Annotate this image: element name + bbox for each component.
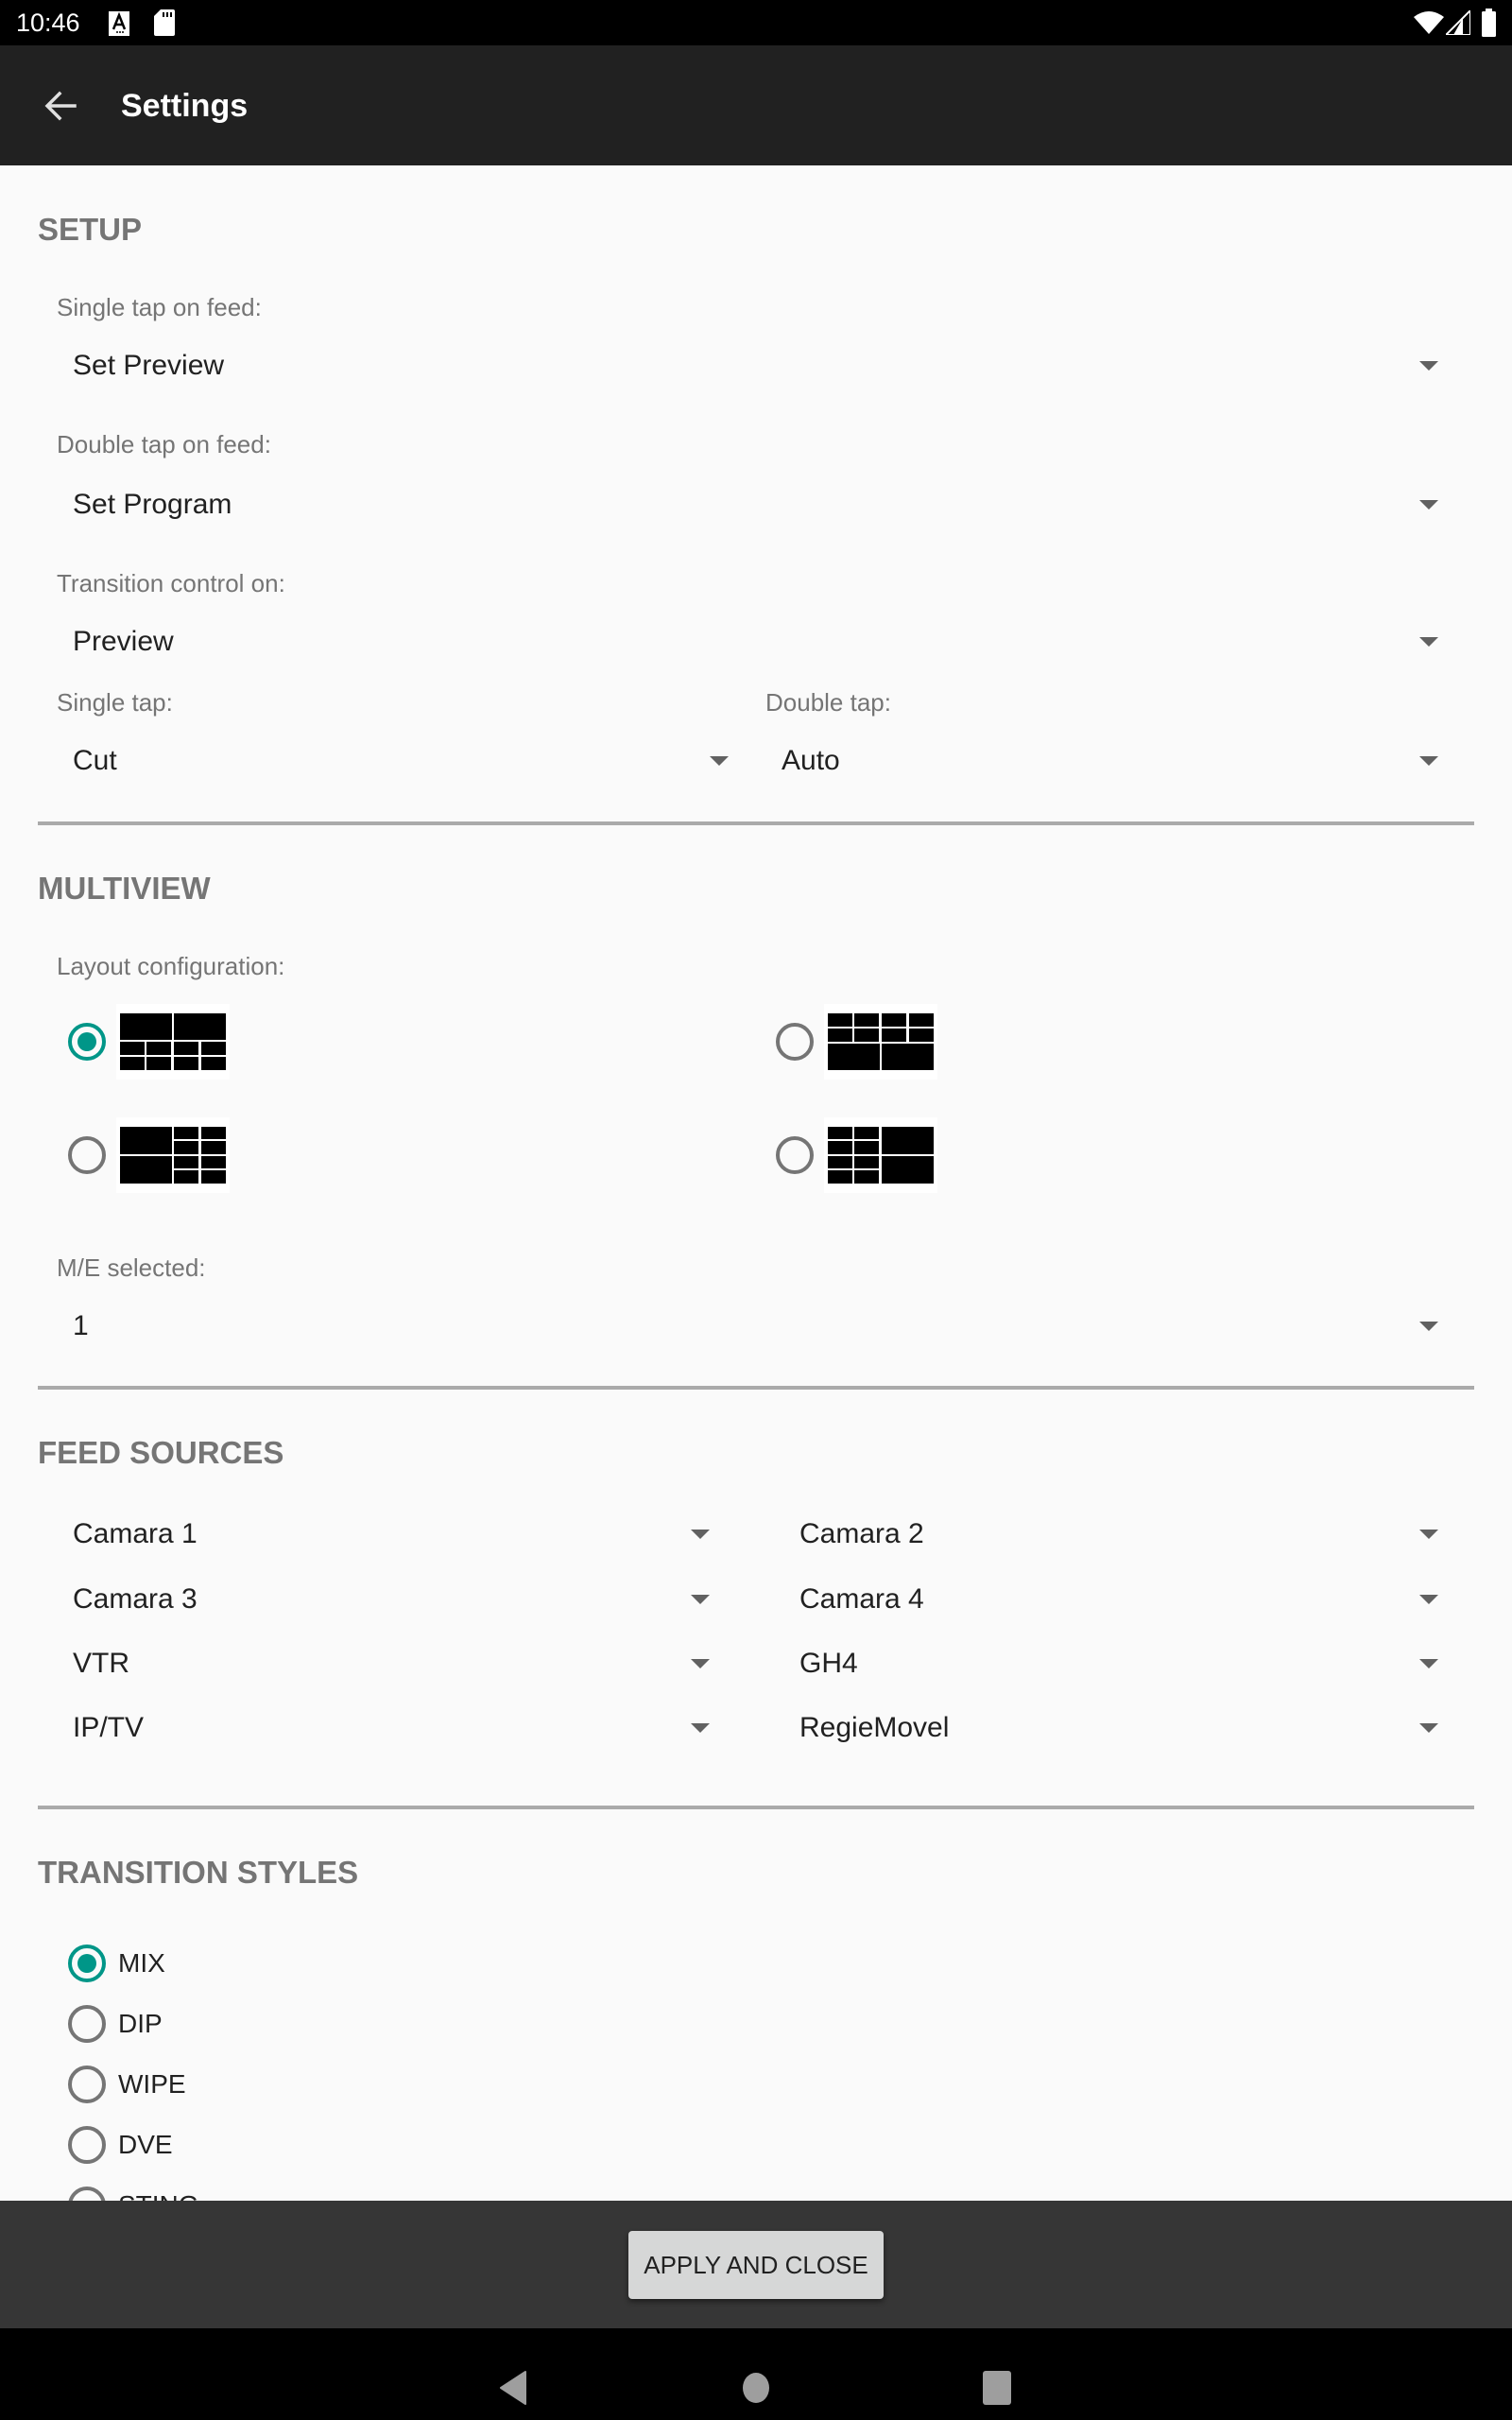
dropdown-arrow-icon bbox=[691, 1595, 710, 1604]
feed-source-value: GH4 bbox=[799, 1648, 858, 1679]
section-heading-setup: SETUP bbox=[38, 212, 143, 247]
section-divider bbox=[38, 1386, 1474, 1390]
radio-label: WIPE bbox=[118, 2069, 186, 2099]
radio-label: MIX bbox=[118, 1948, 165, 1978]
single-tap-label: Single tap: bbox=[57, 688, 173, 717]
layout-8left-2right-icon bbox=[824, 1117, 937, 1193]
radio-dip[interactable] bbox=[68, 2005, 106, 2043]
transition-control-dropdown[interactable]: Preview bbox=[57, 615, 1438, 668]
feed-source-value: VTR bbox=[73, 1648, 129, 1679]
double-tap-value: Auto bbox=[782, 745, 840, 776]
single-tap-value: Cut bbox=[73, 745, 117, 776]
page-title: Settings bbox=[121, 88, 249, 124]
me-selected-value: 1 bbox=[73, 1310, 89, 1341]
layout-option-2[interactable] bbox=[776, 1004, 946, 1080]
feed-source-dropdown-5[interactable]: VTR bbox=[57, 1637, 710, 1690]
section-heading-transition-styles: TRANSITION STYLES bbox=[38, 1855, 359, 1890]
dropdown-arrow-icon bbox=[1419, 1322, 1438, 1331]
single-tap-dropdown[interactable]: Cut bbox=[57, 735, 729, 787]
feed-source-dropdown-1[interactable]: Camara 1 bbox=[57, 1508, 710, 1561]
single-tap-feed-value: Set Preview bbox=[73, 350, 225, 381]
section-heading-multiview: MULTIVIEW bbox=[38, 871, 211, 906]
transition-option-dve[interactable]: DVE bbox=[68, 2126, 173, 2164]
layout-option-4[interactable] bbox=[776, 1117, 946, 1193]
layout-radio-1[interactable] bbox=[68, 1023, 106, 1061]
dropdown-arrow-icon bbox=[1419, 1659, 1438, 1668]
radio-sting[interactable] bbox=[68, 2187, 106, 2201]
double-tap-feed-value: Set Program bbox=[73, 489, 232, 520]
nav-recents-icon[interactable] bbox=[983, 2371, 1011, 2405]
layout-2top-8bottom-icon bbox=[116, 1004, 230, 1080]
system-nav-bar bbox=[0, 2328, 1512, 2420]
double-tap-feed-label: Double tap on feed: bbox=[57, 430, 271, 458]
status-bar: 10:46 bbox=[0, 0, 1512, 45]
radio-label: DVE bbox=[118, 2130, 173, 2159]
section-divider bbox=[38, 1806, 1474, 1809]
feed-source-value: RegieMovel bbox=[799, 1712, 950, 1743]
layout-radio-4[interactable] bbox=[776, 1136, 814, 1174]
dropdown-arrow-icon bbox=[691, 1659, 710, 1668]
double-tap-dropdown[interactable]: Auto bbox=[765, 735, 1438, 787]
radio-mix[interactable] bbox=[68, 1945, 106, 1982]
dropdown-arrow-icon bbox=[1419, 637, 1438, 647]
transition-styles-group: MIX DIP WIPE DVE STING bbox=[0, 1928, 1512, 2201]
battery-icon bbox=[1482, 9, 1496, 37]
single-tap-feed-label: Single tap on feed: bbox=[57, 293, 262, 321]
feed-source-dropdown-4[interactable]: Camara 4 bbox=[783, 1573, 1438, 1626]
feed-source-dropdown-8[interactable]: RegieMovel bbox=[783, 1702, 1438, 1754]
me-selected-label: M/E selected: bbox=[57, 1253, 206, 1282]
layout-configuration-label: Layout configuration: bbox=[57, 952, 285, 980]
double-tap-label: Double tap: bbox=[765, 688, 891, 717]
radio-wipe[interactable] bbox=[68, 2066, 106, 2103]
layout-option-3[interactable] bbox=[68, 1117, 238, 1193]
feed-source-value: Camara 2 bbox=[799, 1518, 924, 1549]
sd-card-icon bbox=[154, 9, 175, 36]
dropdown-arrow-icon bbox=[710, 756, 729, 766]
wifi-icon bbox=[1414, 11, 1444, 34]
feed-source-dropdown-3[interactable]: Camara 3 bbox=[57, 1573, 710, 1626]
feed-source-value: IP/TV bbox=[73, 1712, 145, 1743]
keyboard-a-icon bbox=[109, 11, 129, 36]
status-time: 10:46 bbox=[16, 9, 80, 37]
layout-option-1[interactable] bbox=[68, 1004, 238, 1080]
dropdown-arrow-icon bbox=[1419, 1595, 1438, 1604]
dropdown-arrow-icon bbox=[691, 1723, 710, 1733]
apply-and-close-button[interactable]: APPLY AND CLOSE bbox=[628, 2231, 884, 2299]
layout-radio-2[interactable] bbox=[776, 1023, 814, 1061]
cell-signal-icon bbox=[1446, 10, 1470, 35]
arrow-back-icon bbox=[44, 91, 77, 121]
feed-source-value: Camara 1 bbox=[73, 1518, 198, 1549]
transition-control-value: Preview bbox=[73, 626, 174, 657]
section-heading-feed-sources: FEED SOURCES bbox=[38, 1435, 284, 1470]
layout-radio-3[interactable] bbox=[68, 1136, 106, 1174]
dropdown-arrow-icon bbox=[691, 1530, 710, 1539]
transition-option-sting[interactable]: STING bbox=[68, 2187, 199, 2201]
dropdown-arrow-icon bbox=[1419, 361, 1438, 371]
dropdown-arrow-icon bbox=[1419, 1530, 1438, 1539]
back-button[interactable] bbox=[34, 83, 87, 129]
feed-source-dropdown-2[interactable]: Camara 2 bbox=[783, 1508, 1438, 1561]
section-divider bbox=[38, 821, 1474, 825]
feed-source-dropdown-7[interactable]: IP/TV bbox=[57, 1702, 710, 1754]
dropdown-arrow-icon bbox=[1419, 756, 1438, 766]
layout-2left-8right-icon bbox=[116, 1117, 230, 1193]
transition-option-dip[interactable]: DIP bbox=[68, 2005, 163, 2043]
dropdown-arrow-icon bbox=[1419, 500, 1438, 510]
transition-option-mix[interactable]: MIX bbox=[68, 1945, 165, 1982]
transition-option-wipe[interactable]: WIPE bbox=[68, 2066, 186, 2103]
nav-home-icon[interactable] bbox=[742, 2372, 770, 2404]
feed-source-dropdown-6[interactable]: GH4 bbox=[783, 1637, 1438, 1690]
radio-dve[interactable] bbox=[68, 2126, 106, 2164]
feed-source-value: Camara 4 bbox=[799, 1583, 924, 1615]
dropdown-arrow-icon bbox=[1419, 1723, 1438, 1733]
double-tap-feed-dropdown[interactable]: Set Program bbox=[57, 478, 1438, 531]
me-selected-dropdown[interactable]: 1 bbox=[57, 1300, 1438, 1353]
radio-label: STING bbox=[118, 2190, 199, 2201]
single-tap-feed-dropdown[interactable]: Set Preview bbox=[57, 339, 1438, 392]
layout-8top-2bottom-icon bbox=[824, 1004, 937, 1080]
transition-control-label: Transition control on: bbox=[57, 569, 285, 597]
radio-label: DIP bbox=[118, 2009, 163, 2038]
nav-back-icon[interactable] bbox=[499, 2371, 527, 2405]
feed-source-value: Camara 3 bbox=[73, 1583, 198, 1615]
